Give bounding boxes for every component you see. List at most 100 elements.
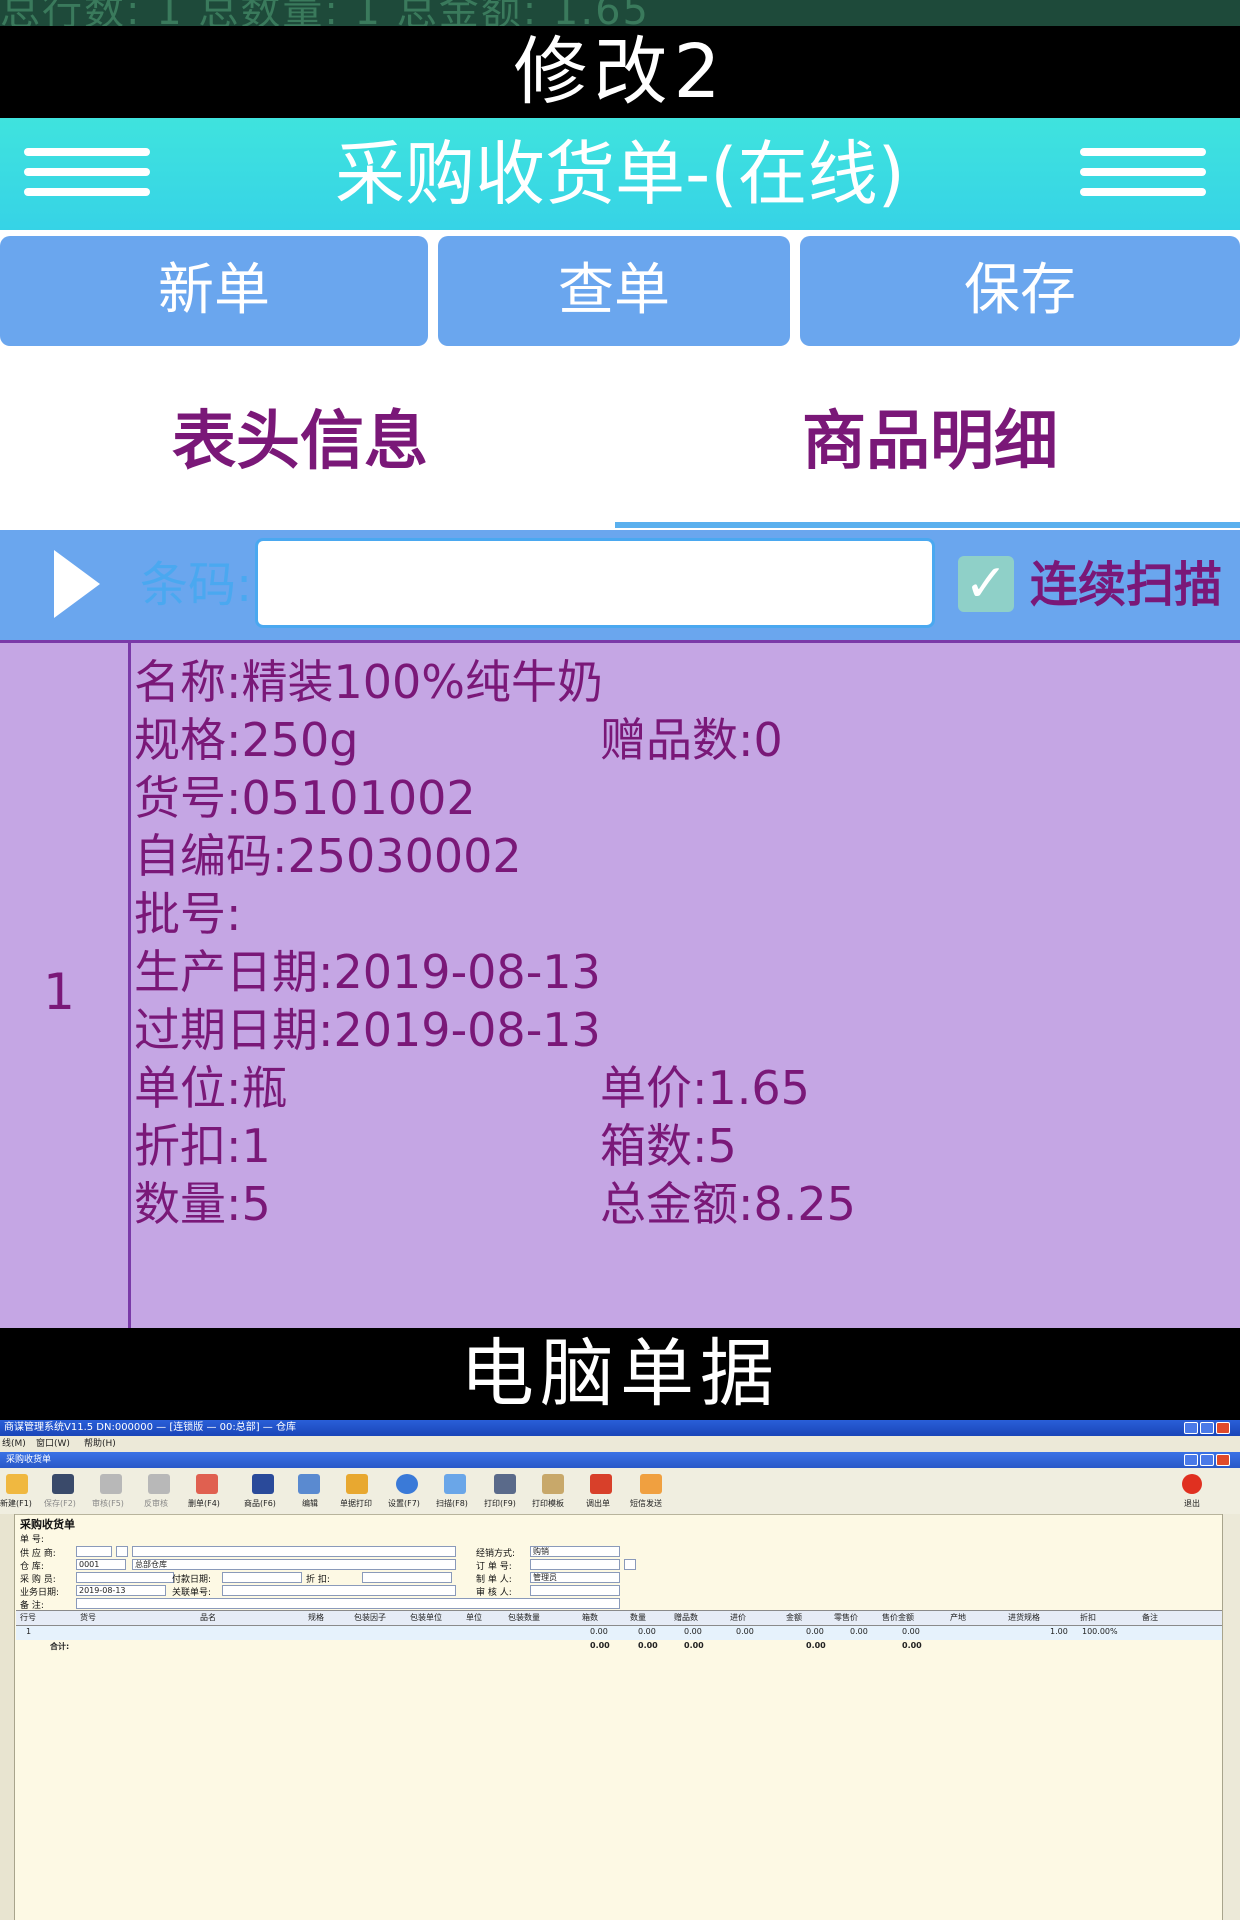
toolbar-label[interactable]: 设置(F7) bbox=[388, 1498, 420, 1509]
item-gift-qty: 赠品数:0 bbox=[600, 713, 783, 767]
toolbar-label[interactable]: 保存(F2) bbox=[44, 1498, 76, 1509]
left-menu-icon[interactable] bbox=[24, 146, 150, 202]
table-row[interactable]: 1 0.00 0.00 0.00 0.00 0.00 0.00 0.00 1.0… bbox=[16, 1626, 1222, 1640]
auditor-field[interactable] bbox=[530, 1585, 620, 1596]
print-icon[interactable] bbox=[494, 1474, 516, 1494]
barcode-input[interactable] bbox=[255, 538, 935, 628]
supplier-name-field[interactable] bbox=[132, 1546, 456, 1557]
col-header[interactable]: 规格 bbox=[308, 1612, 324, 1623]
col-header[interactable]: 金额 bbox=[786, 1612, 802, 1623]
toolbar-label[interactable]: 短信发送 bbox=[630, 1498, 662, 1509]
total-qty: 0.00 bbox=[638, 1641, 658, 1650]
toolbar-label[interactable]: 调出单 bbox=[586, 1498, 610, 1509]
toolbar-label[interactable]: 审核(F5) bbox=[92, 1498, 124, 1509]
total-boxes: 0.00 bbox=[590, 1641, 610, 1650]
col-header[interactable]: 包装单位 bbox=[410, 1612, 442, 1623]
doc-no-label: 单 号: bbox=[20, 1535, 44, 1545]
toolbar-label[interactable]: 单据打印 bbox=[340, 1498, 372, 1509]
mode-field[interactable]: 购销 bbox=[530, 1546, 620, 1557]
doc-maximize-icon[interactable] bbox=[1200, 1454, 1214, 1466]
col-header[interactable]: 包装数量 bbox=[508, 1612, 540, 1623]
tab-header-info[interactable]: 表头信息 bbox=[0, 354, 600, 530]
remark-field[interactable] bbox=[76, 1598, 620, 1609]
unapprove-icon[interactable] bbox=[148, 1474, 170, 1494]
col-header[interactable]: 零售价 bbox=[834, 1612, 858, 1623]
menu-item[interactable]: 窗口(W) bbox=[36, 1436, 70, 1452]
edit-icon[interactable] bbox=[298, 1474, 320, 1494]
goods-icon[interactable] bbox=[252, 1474, 274, 1494]
maker-field[interactable]: 管理员 bbox=[530, 1572, 620, 1583]
sms-icon[interactable] bbox=[640, 1474, 662, 1494]
continuous-scan-checkbox[interactable]: ✓ bbox=[958, 556, 1014, 612]
warehouse-label: 仓 库: bbox=[20, 1562, 44, 1572]
new-button[interactable]: 新单 bbox=[0, 236, 428, 346]
col-header[interactable]: 品名 bbox=[200, 1612, 216, 1623]
menu-item[interactable]: 帮助(H) bbox=[84, 1436, 116, 1452]
minimize-icon[interactable] bbox=[1184, 1422, 1198, 1434]
caption-bottom: 电脑单据 bbox=[0, 1328, 1240, 1420]
total-label: 合计: bbox=[50, 1642, 70, 1651]
discount-field[interactable] bbox=[362, 1572, 452, 1583]
delete-icon[interactable] bbox=[196, 1474, 218, 1494]
item-expiry-date: 过期日期:2019-08-13 bbox=[134, 1003, 601, 1057]
col-header[interactable]: 进价 bbox=[730, 1612, 746, 1623]
approve-icon[interactable] bbox=[100, 1474, 122, 1494]
pay-date-label: 付款日期: bbox=[172, 1575, 212, 1585]
col-header[interactable]: 行号 bbox=[20, 1612, 36, 1623]
new-icon[interactable] bbox=[6, 1474, 28, 1494]
template-icon[interactable] bbox=[542, 1474, 564, 1494]
biz-date-field[interactable]: 2019-08-13 bbox=[76, 1585, 166, 1596]
menu-item[interactable]: 线(M) bbox=[2, 1436, 26, 1452]
close-icon[interactable] bbox=[1216, 1422, 1230, 1434]
transfer-icon[interactable] bbox=[590, 1474, 612, 1494]
col-header[interactable]: 货号 bbox=[80, 1612, 96, 1623]
warehouse-code-field[interactable]: 0001 bbox=[76, 1559, 126, 1570]
play-icon[interactable] bbox=[54, 550, 100, 618]
col-header[interactable]: 售价金额 bbox=[882, 1612, 914, 1623]
supplier-field[interactable] bbox=[76, 1546, 112, 1557]
toolbar-label[interactable]: 编辑 bbox=[302, 1498, 318, 1509]
col-header[interactable]: 产地 bbox=[950, 1612, 966, 1623]
save-button[interactable]: 保存 bbox=[800, 236, 1240, 346]
cell-gift: 0.00 bbox=[684, 1627, 702, 1636]
scan-icon[interactable] bbox=[444, 1474, 466, 1494]
col-header[interactable]: 备注 bbox=[1142, 1612, 1158, 1623]
ref-no-field[interactable] bbox=[222, 1585, 456, 1596]
item-discount: 折扣:1 bbox=[134, 1119, 271, 1173]
right-menu-icon[interactable] bbox=[1080, 146, 1206, 202]
doc-minimize-icon[interactable] bbox=[1184, 1454, 1198, 1466]
order-lookup-button[interactable] bbox=[624, 1559, 636, 1570]
exit-label[interactable]: 退出 bbox=[1184, 1498, 1200, 1509]
maximize-icon[interactable] bbox=[1200, 1422, 1214, 1434]
toolbar-label[interactable]: 打印(F9) bbox=[484, 1498, 516, 1509]
pay-date-field[interactable] bbox=[222, 1572, 302, 1583]
col-header[interactable]: 数量 bbox=[630, 1612, 646, 1623]
toolbar-label[interactable]: 商品(F6) bbox=[244, 1498, 276, 1509]
col-header[interactable]: 折扣 bbox=[1080, 1612, 1096, 1623]
settings-icon[interactable] bbox=[396, 1474, 418, 1494]
toolbar-label[interactable]: 删单(F4) bbox=[188, 1498, 220, 1509]
find-button[interactable]: 查单 bbox=[438, 236, 790, 346]
desktop-left-sidebar bbox=[0, 1514, 15, 1920]
toolbar-label[interactable]: 扫描(F8) bbox=[436, 1498, 468, 1509]
col-header[interactable]: 进货规格 bbox=[1008, 1612, 1040, 1623]
supplier-lookup-button[interactable] bbox=[116, 1546, 128, 1557]
warehouse-name-field[interactable]: 总部仓库 bbox=[132, 1559, 456, 1570]
col-header[interactable]: 赠品数 bbox=[674, 1612, 698, 1623]
power-icon[interactable] bbox=[1182, 1474, 1202, 1494]
buyer-field[interactable] bbox=[76, 1572, 174, 1583]
toolbar-label[interactable]: 新建(F1) bbox=[0, 1498, 32, 1509]
save-icon[interactable] bbox=[52, 1474, 74, 1494]
col-header[interactable]: 包装因子 bbox=[354, 1612, 386, 1623]
item-batch: 批号: bbox=[134, 887, 242, 941]
active-tab-indicator bbox=[615, 522, 1240, 528]
print-doc-icon[interactable] bbox=[346, 1474, 368, 1494]
toolbar-label[interactable]: 反审核 bbox=[144, 1498, 168, 1509]
tab-goods-detail[interactable]: 商品明细 bbox=[620, 354, 1240, 530]
order-no-field[interactable] bbox=[530, 1559, 620, 1570]
toolbar-label[interactable]: 打印模板 bbox=[532, 1498, 564, 1509]
col-header[interactable]: 箱数 bbox=[582, 1612, 598, 1623]
ref-no-label: 关联单号: bbox=[172, 1588, 212, 1598]
col-header[interactable]: 单位 bbox=[466, 1612, 482, 1623]
doc-close-icon[interactable] bbox=[1216, 1454, 1230, 1466]
